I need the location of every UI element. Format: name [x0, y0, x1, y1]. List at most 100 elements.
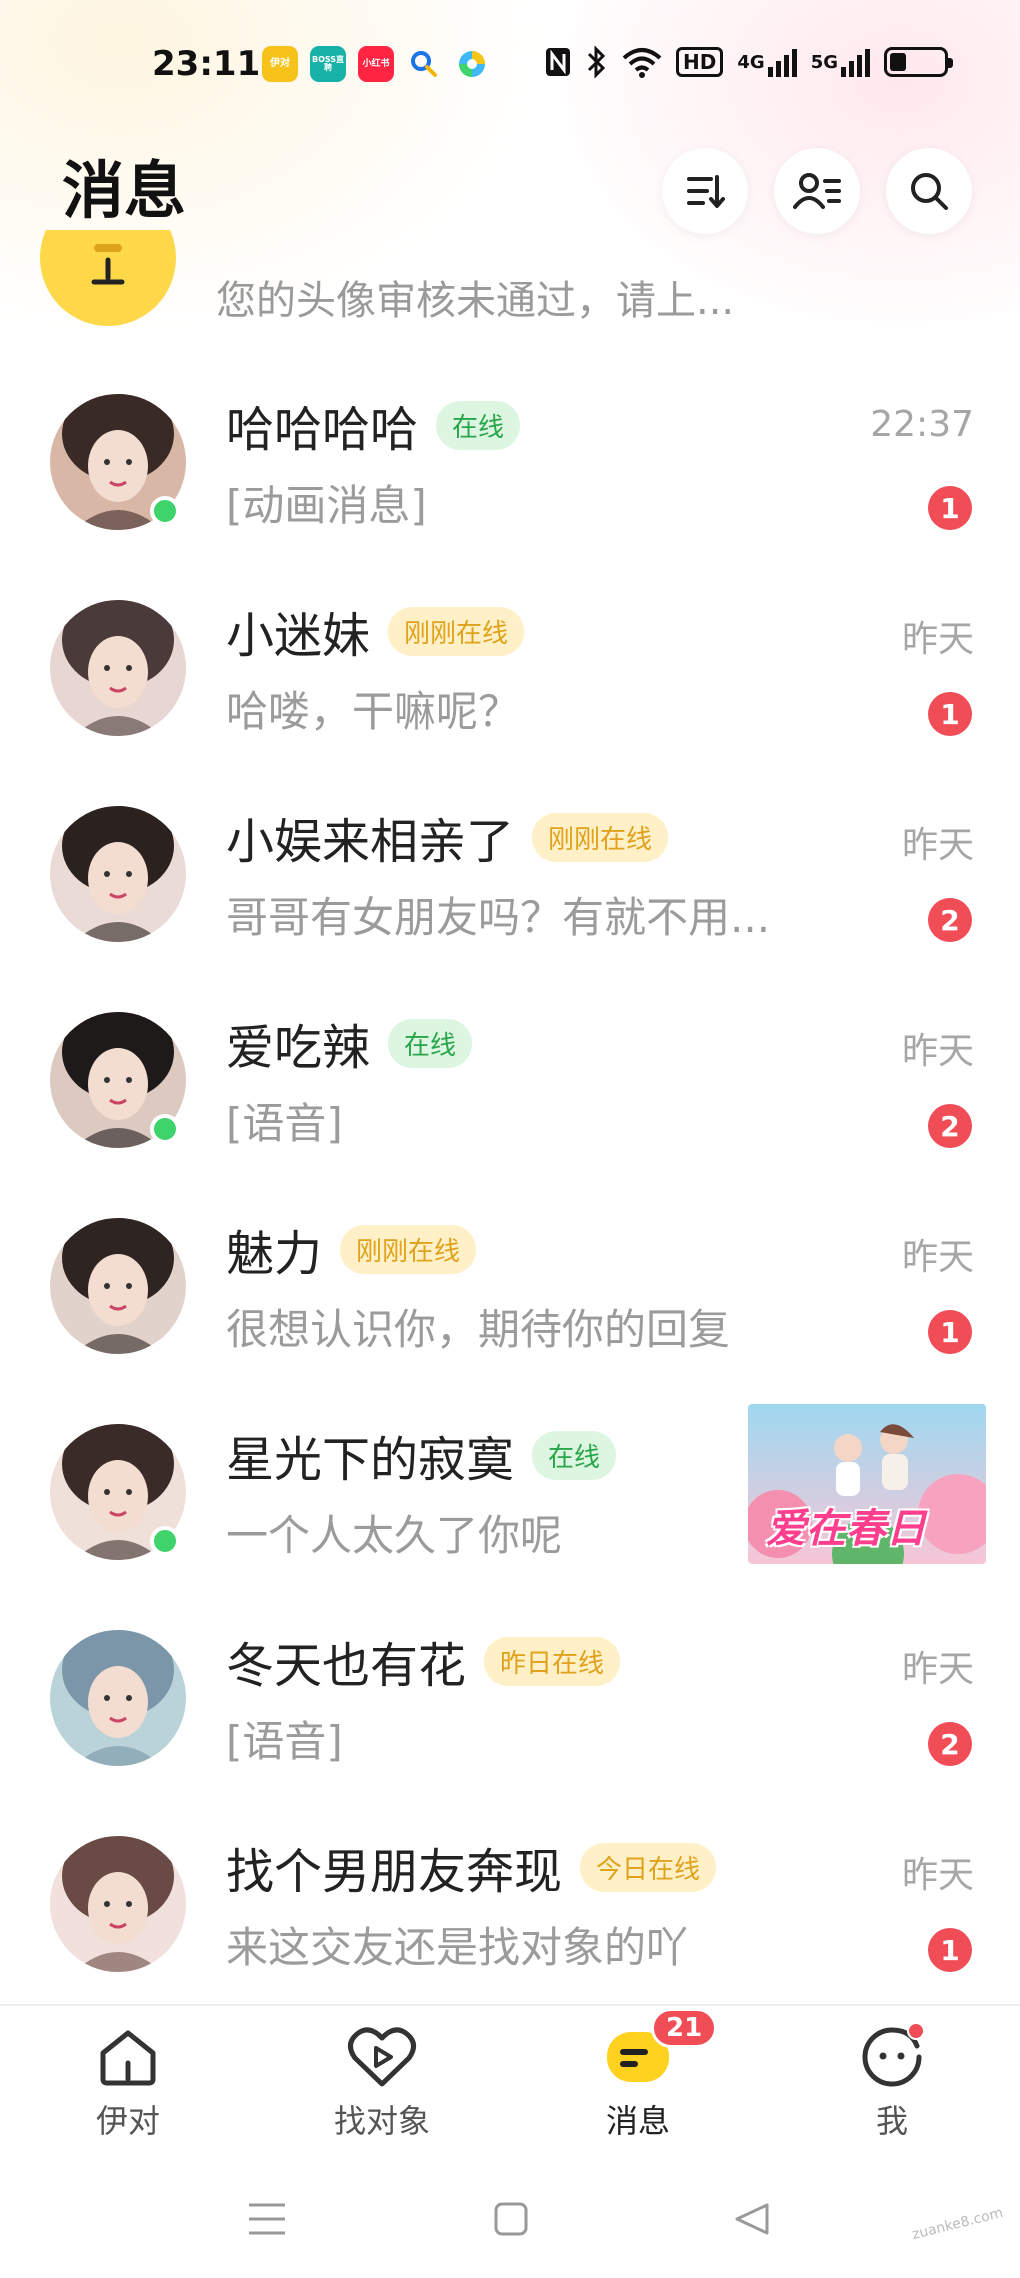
- sort-icon: [687, 175, 725, 208]
- avatar[interactable]: [50, 1630, 186, 1766]
- page-title: 消息: [62, 154, 187, 227]
- online-status-tag: 刚刚在线: [340, 1224, 477, 1274]
- chat-name-line: 小迷妹 刚刚在线: [226, 596, 525, 666]
- chat-name-line: 哈哈哈哈 在线: [226, 390, 521, 460]
- nav-tab-yidui[interactable]: 伊对: [48, 2022, 208, 2152]
- chat-row[interactable]: 星光下的寂寞 在线一个人太久了你呢 爱在春日: [0, 1386, 1020, 1592]
- nav-tab-me[interactable]: 我: [812, 2022, 972, 2152]
- chat-time: 昨天: [901, 1855, 974, 1896]
- avatar[interactable]: [50, 1836, 186, 1972]
- bottom-nav: 伊对 找对象 21 消息 我: [0, 2004, 1020, 2154]
- message-bubble-icon: 21: [603, 2008, 718, 2092]
- chat-row[interactable]: 魅力 刚刚在线很想认识你，期待你的回复 昨天 1: [0, 1180, 1020, 1386]
- online-status-tag: 今日在线: [580, 1842, 717, 1892]
- chat-name-line: 星光下的寂寞 在线: [226, 1420, 617, 1490]
- search-icon: [911, 173, 948, 210]
- online-indicator: [150, 496, 180, 526]
- unread-badge: 1: [928, 486, 972, 530]
- status-bar: 23:11 伊对 BOSS直聘 小红书 HD 4G 5G: [0, 0, 1020, 130]
- online-status-tag: 在线: [388, 1018, 473, 1068]
- chat-name: 爱吃辣: [226, 1020, 371, 1076]
- browser-app-icon: [454, 46, 490, 82]
- nav-tab-find-partner[interactable]: 找对象: [302, 2022, 462, 2152]
- promo-title: 爱在春日: [766, 1506, 926, 1552]
- chat-time: 昨天: [901, 825, 974, 866]
- avatar[interactable]: [50, 806, 186, 942]
- unread-badge: 1: [928, 1310, 972, 1354]
- avatar-review-notice[interactable]: 您的头像审核未通过，请上...: [0, 230, 1020, 330]
- unread-badge: 1: [928, 1928, 972, 1972]
- home-square-icon[interactable]: [486, 2194, 536, 2244]
- unread-badge: 2: [928, 1104, 972, 1148]
- xiaohongshu-app-icon: 小红书: [358, 46, 394, 82]
- notice-text: 您的头像审核未通过，请上...: [216, 278, 735, 324]
- nav-label-find-partner: 找对象: [333, 2102, 430, 2140]
- chat-time: 昨天: [901, 619, 974, 660]
- contacts-icon: [793, 173, 841, 209]
- chat-preview: 来这交友还是找对象的吖: [226, 1923, 689, 1972]
- chat-preview: [语音]: [226, 1717, 343, 1766]
- chat-name: 找个男朋友奔现: [226, 1844, 563, 1900]
- chat-preview: [动画消息]: [226, 481, 427, 530]
- chat-name-line: 小娱来相亲了 刚刚在线: [226, 802, 669, 872]
- chat-name: 哈哈哈哈: [226, 402, 419, 458]
- nav-label-me: 我: [875, 2102, 908, 2140]
- chat-name: 小迷妹: [226, 608, 371, 664]
- chat-list: 哈哈哈哈 在线 [动画消息] 22:37 1 小迷妹 刚刚在线 哈喽，干嘛呢？ 昨天 1 小娱来相亲…: [0, 356, 1020, 2004]
- chat-row[interactable]: 冬天也有花 昨日在线 [语音] 昨天 2: [0, 1592, 1020, 1798]
- chat-row[interactable]: 小迷妹 刚刚在线哈喽，干嘛呢？ 昨天 1: [0, 562, 1020, 768]
- chat-preview: 哈喽，干嘛呢？: [226, 687, 521, 736]
- hd-voice-icon: HD: [676, 44, 724, 80]
- chat-row[interactable]: 小娱来相亲了 刚刚在线哥哥有女朋友吗？有就不用... 昨天 2: [0, 768, 1020, 974]
- chat-preview: 很想认识你，期待你的回复: [226, 1305, 731, 1354]
- online-status-tag: 昨日在线: [484, 1636, 621, 1686]
- chat-preview: 哥哥有女朋友吗？有就不用...: [226, 893, 771, 942]
- search-button[interactable]: [886, 148, 972, 234]
- status-time: 23:11: [152, 44, 261, 84]
- chat-name: 星光下的寂寞: [226, 1432, 515, 1488]
- system-navigation-bar: zuanke8.com: [0, 2154, 1020, 2278]
- online-status-tag: 刚刚在线: [532, 812, 669, 862]
- signal-5g-icon: 5G: [811, 44, 870, 80]
- chat-name-line: 爱吃辣 在线: [226, 1008, 473, 1078]
- chat-preview: 一个人太久了你呢: [226, 1511, 563, 1560]
- chat-name-line: 找个男朋友奔现 今日在线: [226, 1832, 717, 1902]
- chat-name-line: 魅力 刚刚在线: [226, 1214, 477, 1284]
- chat-time: 22:37: [870, 404, 974, 445]
- battery-icon: [884, 44, 953, 80]
- chat-time: 昨天: [901, 1237, 974, 1278]
- promo-banner[interactable]: 爱在春日: [748, 1404, 986, 1564]
- bluetooth-icon: [586, 44, 608, 80]
- chat-time: 昨天: [901, 1649, 974, 1690]
- avatar[interactable]: [50, 1218, 186, 1354]
- wifi-icon: [622, 44, 662, 80]
- yidui-app-icon: 伊对: [262, 46, 298, 82]
- unread-badge: 2: [928, 1722, 972, 1766]
- unread-badge: 1: [928, 692, 972, 736]
- messages-unread-badge: 21: [651, 2008, 718, 2048]
- search-app-icon: [406, 46, 442, 82]
- nav-label-messages: 消息: [605, 2102, 670, 2140]
- back-icon[interactable]: [728, 2194, 778, 2244]
- nav-tab-messages[interactable]: 21 消息: [558, 2008, 718, 2152]
- menu-icon[interactable]: [242, 2194, 292, 2244]
- online-status-tag: 刚刚在线: [388, 606, 525, 656]
- home-icon: [93, 2022, 163, 2092]
- chat-preview: [语音]: [226, 1099, 343, 1148]
- avatar[interactable]: [50, 600, 186, 736]
- chat-name-line: 冬天也有花 昨日在线: [226, 1626, 621, 1696]
- online-indicator: [150, 1114, 180, 1144]
- online-status-tag: 在线: [532, 1430, 617, 1480]
- status-system-icons: HD 4G 5G: [544, 44, 953, 80]
- signal-4g-icon: 4G: [737, 44, 797, 80]
- contacts-button[interactable]: [774, 148, 860, 234]
- chat-row[interactable]: 哈哈哈哈 在线 [动画消息] 22:37 1: [0, 356, 1020, 562]
- sort-button[interactable]: [662, 148, 748, 234]
- unread-badge: 2: [928, 898, 972, 942]
- chat-row[interactable]: 找个男朋友奔现 今日在线来这交友还是找对象的吖 昨天 1: [0, 1798, 1020, 2004]
- bell-icon: [90, 244, 126, 298]
- me-notification-dot: [907, 2022, 925, 2040]
- chat-name: 小娱来相亲了: [226, 814, 515, 870]
- chat-row[interactable]: 爱吃辣 在线 [语音] 昨天 2: [0, 974, 1020, 1180]
- profile-face-icon: [857, 2022, 927, 2092]
